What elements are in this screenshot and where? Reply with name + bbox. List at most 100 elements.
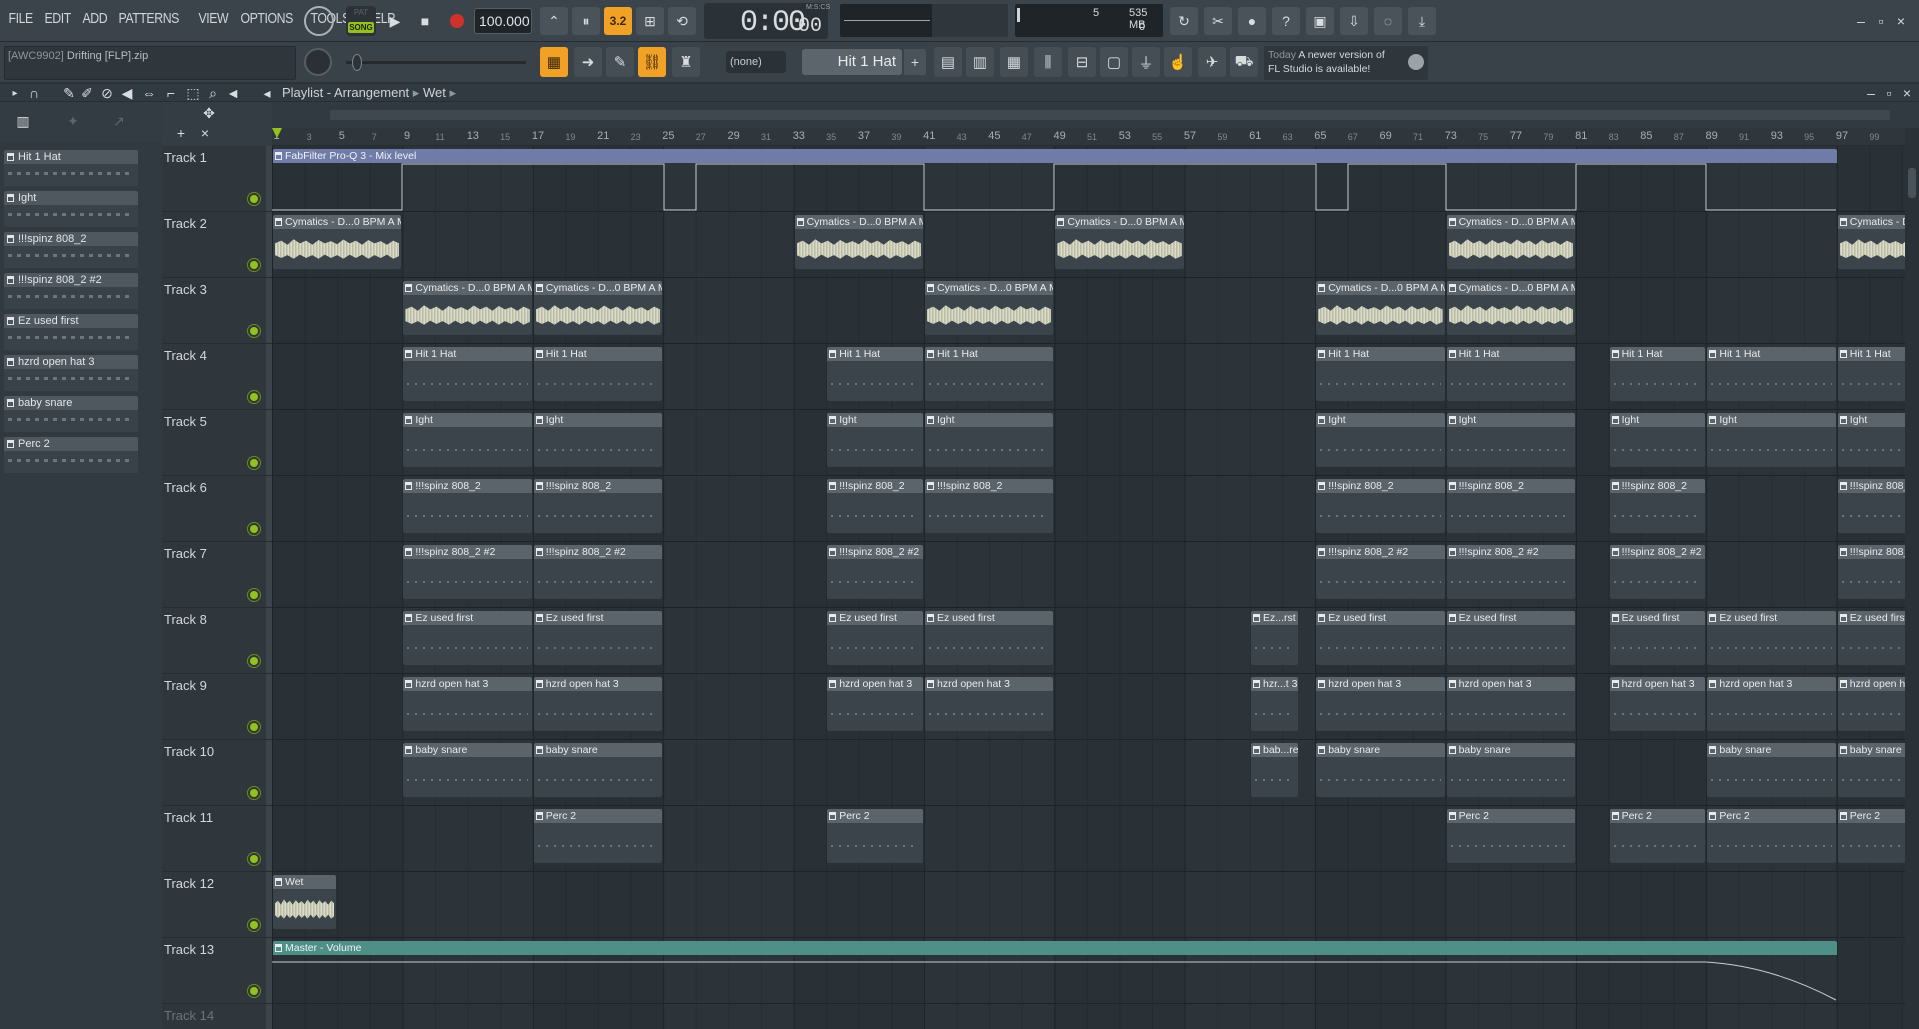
news-panel[interactable]: Today A newer version of FL Studio is av… <box>1264 46 1428 80</box>
picker-item[interactable]: Ight <box>4 191 138 229</box>
track-enable-led[interactable] <box>250 195 258 203</box>
arrow-icon[interactable]: ➜ <box>574 47 602 77</box>
delete-tool-icon[interactable]: ⊘ <box>100 85 114 101</box>
tempo-display[interactable]: 100.000 <box>474 8 532 34</box>
pattern-clip[interactable]: hzrd open hat 3 <box>925 677 1054 731</box>
track-enable-led[interactable] <box>250 261 258 269</box>
pattern-clip[interactable]: Ez used first <box>925 611 1054 665</box>
pattern-clip[interactable]: Ight <box>827 413 923 467</box>
pattern-clip[interactable]: Perc 2 <box>533 809 663 863</box>
pattern-clip[interactable]: Ight <box>533 413 663 467</box>
pattern-clip[interactable]: Ez used first <box>1707 611 1836 665</box>
scroll-thumb[interactable] <box>1908 168 1916 198</box>
track-enable-led[interactable] <box>250 987 258 995</box>
pattern-clip[interactable]: !!!spinz 808_2 #2 <box>827 545 923 599</box>
track-header[interactable]: Track 3 <box>162 278 266 344</box>
pattern-clip[interactable]: Ez used first <box>533 611 663 665</box>
pattern-clip[interactable]: !!!spinz 808_2 #2 <box>403 545 532 599</box>
playlist-maximize-icon[interactable]: ▫ <box>1882 85 1896 101</box>
audio-clip[interactable]: Cymatics - D...0 BPM A Min <box>925 281 1054 335</box>
metronome-icon[interactable]: ⌃ <box>540 7 568 35</box>
pattern-clip[interactable]: Hit 1 Hat <box>403 347 532 401</box>
track-enable-led[interactable] <box>250 789 258 797</box>
audio-clip[interactable]: Cymatics - D...0 BPM A Min <box>533 281 663 335</box>
pattern-selector[interactable]: Hit 1 Hat <box>802 49 902 75</box>
tools-icon[interactable]: ✂ <box>1204 7 1232 35</box>
pattern-clip[interactable]: !!!spinz 808_2 <box>827 479 923 533</box>
track-enable-led[interactable] <box>250 723 258 731</box>
playlist-close-icon[interactable]: × <box>1900 85 1914 101</box>
pattern-clip[interactable]: !!!spinz 808_2 #2 <box>1609 545 1706 599</box>
pattern-clip[interactable]: hzrd open hat 3 <box>403 677 532 731</box>
magnet-icon[interactable]: ∩ <box>26 85 42 101</box>
record-button[interactable] <box>444 8 470 34</box>
playlist-overview[interactable] <box>272 102 1919 128</box>
blend-notes-icon[interactable]: ⊞ <box>636 7 664 35</box>
pattern-clip[interactable]: !!!spinz 808_2 <box>1609 479 1706 533</box>
loop-record-icon[interactable]: ⟲ <box>668 7 696 35</box>
pattern-clip[interactable]: Ight <box>1446 413 1575 467</box>
pattern-clip[interactable]: Perc 2 <box>1707 809 1836 863</box>
audio-clip[interactable]: Cymatics - D...0 BPM A Min <box>1446 281 1575 335</box>
download-icon[interactable]: ⤓ <box>1408 7 1436 35</box>
pattern-clip[interactable]: hzrd open hat 3 <box>1316 677 1445 731</box>
pattern-clip[interactable]: hzrd open hat 3 <box>1446 677 1575 731</box>
track-header[interactable]: Track 2 <box>162 212 266 278</box>
draw-tool-icon[interactable]: ✎ <box>62 85 76 101</box>
picker-patterns-icon[interactable]: ▥ <box>14 112 32 130</box>
picker-automation-icon[interactable]: ↗ <box>110 112 128 130</box>
pattern-clip[interactable]: Perc 2 <box>827 809 923 863</box>
pattern-clip[interactable]: Hit 1 Hat <box>533 347 663 401</box>
track-enable-led[interactable] <box>250 525 258 533</box>
track-enable-led[interactable] <box>250 459 258 467</box>
link-icon[interactable]: ⛓ <box>638 47 666 77</box>
pattern-clip[interactable]: !!!spinz 808_2 #2 <box>1316 545 1445 599</box>
menu-edit[interactable]: EDIT <box>42 10 73 27</box>
playback-tool-icon[interactable]: ◄ <box>226 85 240 101</box>
track-header[interactable]: Track 12 <box>162 872 266 938</box>
track-header[interactable]: Track 1 <box>162 146 266 212</box>
track-header[interactable]: Track 4 <box>162 344 266 410</box>
overview-bar[interactable] <box>330 110 1890 120</box>
minimize-icon[interactable]: – <box>1852 12 1870 30</box>
picker-audio-icon[interactable]: ✦ <box>64 112 82 130</box>
microphone-icon[interactable]: ● <box>1238 7 1266 35</box>
add-track-icon[interactable]: + <box>172 124 190 142</box>
track-enable-led[interactable] <box>250 591 258 599</box>
add-pattern-button[interactable]: + <box>904 49 926 75</box>
pattern-clip[interactable]: !!!spinz 808_2 <box>925 479 1054 533</box>
track-enable-led[interactable] <box>250 393 258 401</box>
picker-item[interactable]: !!!spinz 808_2 <box>4 232 138 270</box>
menu-patterns[interactable]: PATTERNS <box>116 10 181 27</box>
audio-clip[interactable]: Cymatics - D...0 BPM A Min <box>1055 215 1184 269</box>
pattern-clip[interactable]: Perc 2 <box>1609 809 1706 863</box>
stop-button[interactable]: ■ <box>412 8 438 34</box>
picker-item[interactable]: hzrd open hat 3 <box>4 355 138 393</box>
pattern-clip[interactable]: Ez used first <box>1316 611 1445 665</box>
audio-clip[interactable]: Cymatics - D...0 BPM A Min <box>403 281 532 335</box>
tempo-tap-icon[interactable] <box>304 6 334 36</box>
track-enable-led[interactable] <box>250 855 258 863</box>
audio-clip[interactable]: Cymatics - D...0 BPM A Min <box>273 215 402 269</box>
track-header[interactable]: Track 8 <box>162 608 266 674</box>
play-button[interactable]: ▶ <box>382 8 408 34</box>
pattern-clip[interactable]: Ez used first <box>1609 611 1706 665</box>
maximize-icon[interactable]: ▫ <box>1872 12 1890 30</box>
pattern-clip[interactable]: baby snare <box>403 743 532 797</box>
slider-handle[interactable] <box>352 54 362 71</box>
shop-icon[interactable]: ⛟ <box>1230 47 1258 77</box>
chat-icon[interactable]: ◌ <box>1374 7 1402 35</box>
timeline-ruler[interactable]: 1 3 5 7 9 11 13 15 17 19 21 23 25 27 29 31 33 35 37 39 41 43 4… <box>272 128 1905 146</box>
plugin-picker-icon[interactable]: ▢ <box>1100 47 1128 77</box>
track-enable-led[interactable] <box>250 327 258 335</box>
pattern-clip[interactable]: baby snare <box>1316 743 1445 797</box>
mixer-icon[interactable]: ⫼ <box>1034 47 1062 77</box>
vertical-scrollbar[interactable] <box>1905 128 1919 1029</box>
piano-roll-icon[interactable]: ▥ <box>966 47 994 77</box>
pattern-clip[interactable]: bab...re <box>1251 743 1298 797</box>
browser-icon[interactable]: ⊟ <box>1068 47 1096 77</box>
track-header[interactable]: Track 7 <box>162 542 266 608</box>
pattern-clip[interactable]: Ez...rst <box>1251 611 1298 665</box>
snap-selector[interactable]: (none) <box>726 51 786 73</box>
help-icon[interactable]: ? <box>1272 7 1300 35</box>
